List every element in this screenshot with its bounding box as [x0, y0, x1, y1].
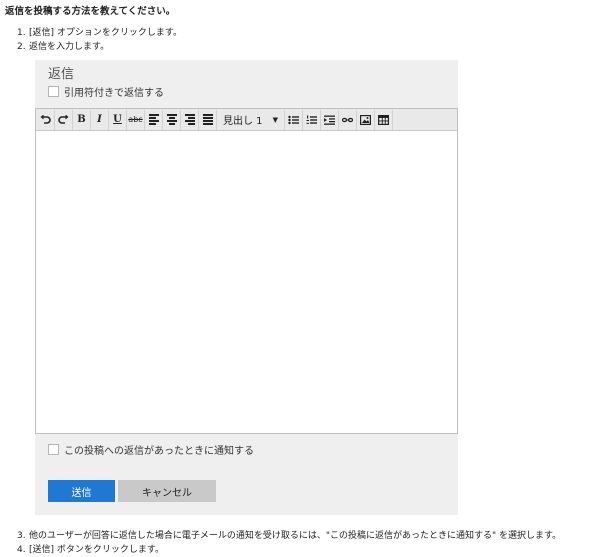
justify-icon	[202, 114, 213, 125]
indent-button[interactable]	[321, 109, 339, 130]
undo-button[interactable]	[37, 109, 55, 130]
heading-select[interactable]: 見出し 1 ▼	[217, 109, 285, 130]
bullet-list-button[interactable]	[285, 109, 303, 130]
step-item: 4. [送信] ボタンをクリックします。	[17, 542, 164, 555]
numbered-list-button[interactable]	[303, 109, 321, 130]
reply-editor: B I U abc 見出し 1 ▼	[35, 108, 458, 434]
step-item: 2. 返信を入力します。	[17, 39, 109, 52]
quote-reply-label: 引用符付きで返信する	[64, 88, 164, 99]
chevron-down-icon: ▼	[272, 115, 278, 124]
redo-icon	[58, 114, 69, 124]
quote-reply-checkbox[interactable]	[48, 86, 59, 97]
redo-button[interactable]	[55, 109, 73, 130]
reply-panel-title: 返信	[48, 67, 75, 82]
quote-reply-option[interactable]: 引用符付きで返信する	[48, 84, 164, 99]
align-right-icon	[184, 114, 195, 125]
step-text: [返信] オプションをクリックします。	[29, 28, 182, 38]
undo-icon	[40, 114, 51, 124]
align-center-button[interactable]	[163, 109, 181, 130]
reply-panel: 返信 引用符付きで返信する B I U abc 見出し 1 ▼ この投稿への返信…	[35, 60, 458, 515]
link-icon	[342, 117, 353, 122]
justify-button[interactable]	[199, 109, 217, 130]
image-icon	[360, 114, 371, 125]
step-number: 3.	[17, 531, 26, 541]
step-text: 他のユーザーが回答に返信した場合に電子メールの通知を受け取るには、"この投稿に返…	[29, 531, 562, 541]
align-left-icon	[148, 114, 159, 125]
align-left-button[interactable]	[145, 109, 163, 130]
table-icon	[378, 114, 389, 125]
bold-button[interactable]: B	[73, 109, 91, 130]
insert-table-button[interactable]	[375, 109, 393, 130]
send-button[interactable]: 送信	[48, 480, 115, 502]
align-right-button[interactable]	[181, 109, 199, 130]
notify-option[interactable]: この投稿への返信があったときに通知する	[48, 442, 254, 457]
notify-checkbox[interactable]	[48, 444, 59, 455]
step-item: 1. [返信] オプションをクリックします。	[17, 25, 182, 38]
indent-icon	[324, 115, 335, 125]
italic-button[interactable]: I	[91, 109, 109, 130]
cancel-button[interactable]: キャンセル	[118, 480, 216, 502]
step-text: [送信] ボタンをクリックします。	[29, 545, 164, 555]
step-text: 返信を入力します。	[29, 42, 110, 52]
editor-content-area[interactable]	[36, 131, 457, 433]
strikethrough-button[interactable]: abc	[127, 109, 145, 130]
numbered-list-icon	[306, 115, 317, 124]
editor-toolbar: B I U abc 見出し 1 ▼	[36, 109, 457, 131]
notify-label: この投稿への返信があったときに通知する	[64, 446, 254, 457]
step-item: 3. 他のユーザーが回答に返信した場合に電子メールの通知を受け取るには、"この投稿…	[17, 528, 561, 541]
heading-select-value: 見出し 1	[223, 116, 263, 127]
step-number: 1.	[17, 28, 26, 38]
insert-link-button[interactable]	[339, 109, 357, 130]
step-number: 2.	[17, 42, 26, 52]
bullet-list-icon	[288, 115, 299, 124]
insert-image-button[interactable]	[357, 109, 375, 130]
underline-button[interactable]: U	[109, 109, 127, 130]
page-heading: 返信を投稿する方法を教えてください。	[5, 6, 176, 17]
align-center-icon	[166, 114, 177, 125]
step-number: 4.	[17, 545, 26, 555]
